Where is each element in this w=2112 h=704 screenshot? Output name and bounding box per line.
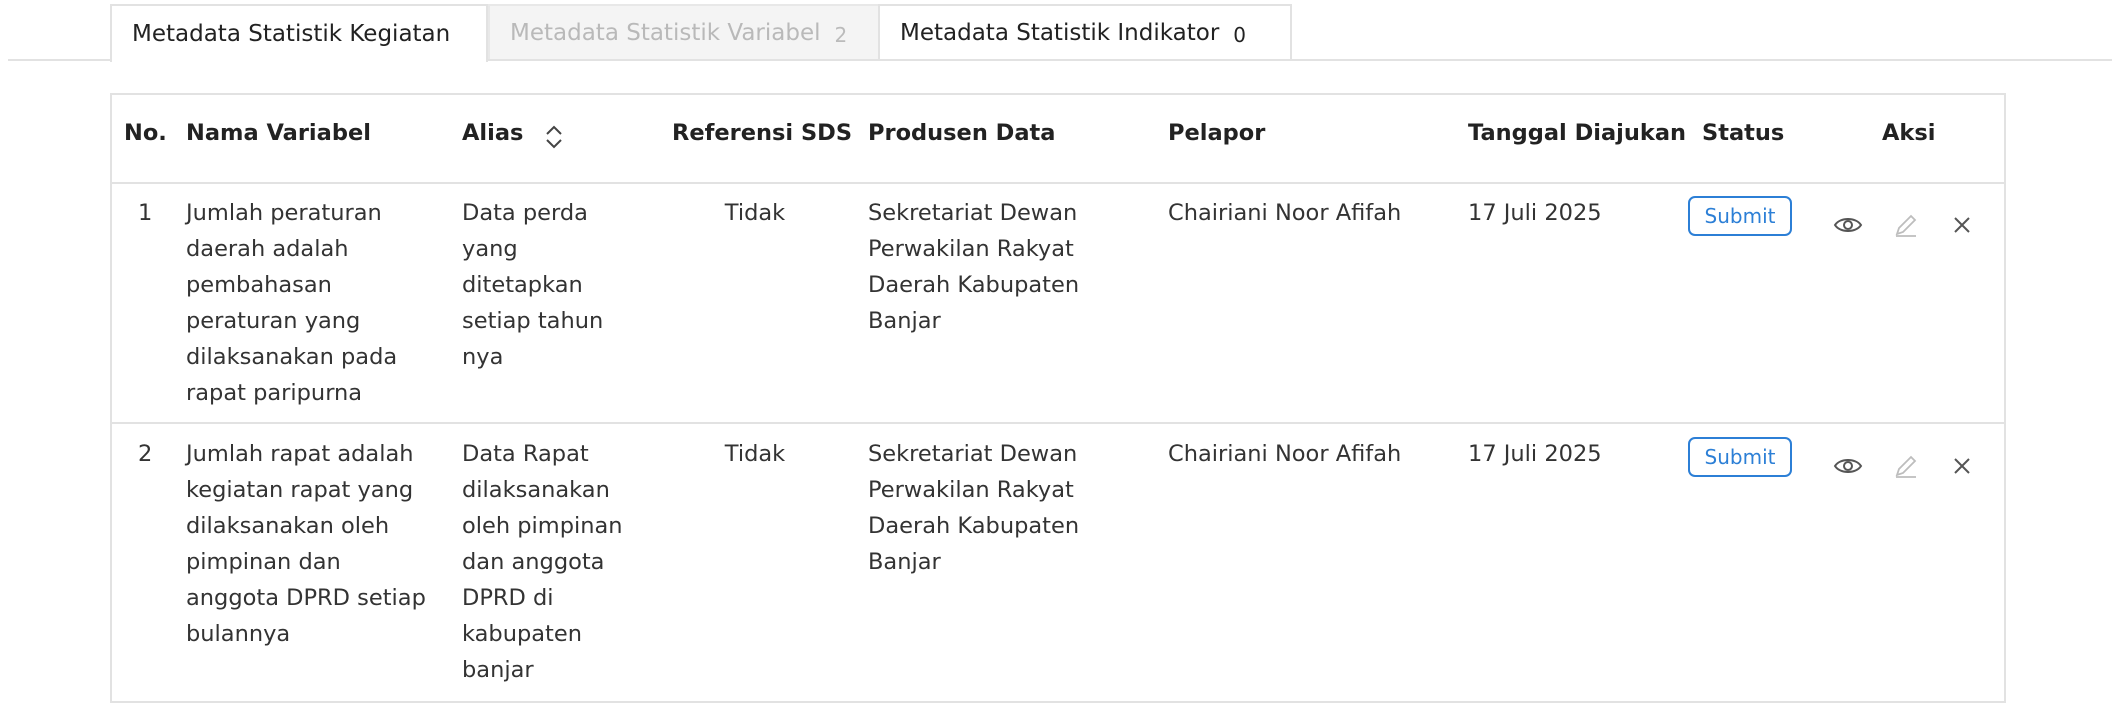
cell-tanggal: 17 Juli 2025 [1468, 200, 1602, 226]
status-submit-badge[interactable]: Submit [1688, 437, 1792, 477]
header-aksi: Aksi [1882, 120, 1936, 146]
eye-icon[interactable] [1831, 208, 1865, 242]
cell-nama-variabel: Jumlah peraturan daerah adalah pembahasa… [186, 200, 398, 406]
tab-count: 2 [834, 22, 848, 47]
cell-tanggal: 17 Juli 2025 [1468, 441, 1602, 467]
cell-produsen-data: Sekretariat Dewan Perwakilan Rakyat Daer… [868, 200, 1080, 334]
cell-no: 1 [138, 200, 153, 226]
tab-label: Metadata Statistik Kegiatan [132, 21, 451, 47]
pencil-icon[interactable] [1889, 449, 1923, 483]
cell-nama-variabel: Jumlah rapat adalah kegiatan rapat yang … [186, 441, 426, 647]
cell-alias: Data perda yang ditetapkan setiap tahun … [462, 200, 604, 370]
tab-label: Metadata Statistik Variabel [510, 19, 821, 46]
header-pelapor: Pelapor [1168, 120, 1266, 146]
tab-bar: Metadata Statistik Kegiatan Metadata Sta… [8, 4, 2112, 62]
header-nama-variabel: Nama Variabel [186, 120, 371, 146]
sort-updown-icon[interactable] [542, 122, 566, 152]
variables-table: No. Nama Variabel Alias Referensi SDS Pr… [110, 93, 2006, 703]
cell-pelapor: Chairiani Noor Afifah [1168, 441, 1402, 467]
header-referensi-sds: Referensi SDS [672, 120, 853, 146]
header-produsen-data: Produsen Data [868, 120, 1056, 146]
tab-metadata-indikator[interactable]: Metadata Statistik Indikator 0 [878, 4, 1292, 59]
tab-label: Metadata Statistik Indikator [900, 19, 1220, 46]
tab-count: 0 [1233, 22, 1247, 47]
status-submit-badge[interactable]: Submit [1688, 196, 1792, 236]
cell-referensi-sds: Tidak [724, 441, 786, 467]
header-no: No. [124, 120, 167, 146]
eye-icon[interactable] [1831, 449, 1865, 483]
cell-alias: Data Rapat dilaksanakan oleh pimpinan da… [462, 441, 623, 683]
tab-metadata-kegiatan[interactable]: Metadata Statistik Kegiatan [110, 4, 488, 62]
pencil-icon[interactable] [1889, 208, 1923, 242]
cell-pelapor: Chairiani Noor Afifah [1168, 200, 1402, 226]
cell-referensi-sds: Tidak [724, 200, 786, 226]
cell-produsen-data: Sekretariat Dewan Perwakilan Rakyat Daer… [868, 441, 1080, 575]
row-divider [112, 182, 2004, 184]
header-alias: Alias [462, 120, 524, 146]
header-status: Status [1702, 120, 1785, 146]
cell-no: 2 [138, 441, 153, 467]
tab-metadata-variabel[interactable]: Metadata Statistik Variabel 2 [488, 4, 886, 59]
close-icon[interactable] [1945, 208, 1979, 242]
row-divider [112, 422, 2004, 424]
close-icon[interactable] [1945, 449, 1979, 483]
header-tanggal-diajukan: Tanggal Diajukan [1468, 120, 1687, 146]
page: Metadata Statistik Kegiatan Metadata Sta… [0, 0, 2112, 704]
